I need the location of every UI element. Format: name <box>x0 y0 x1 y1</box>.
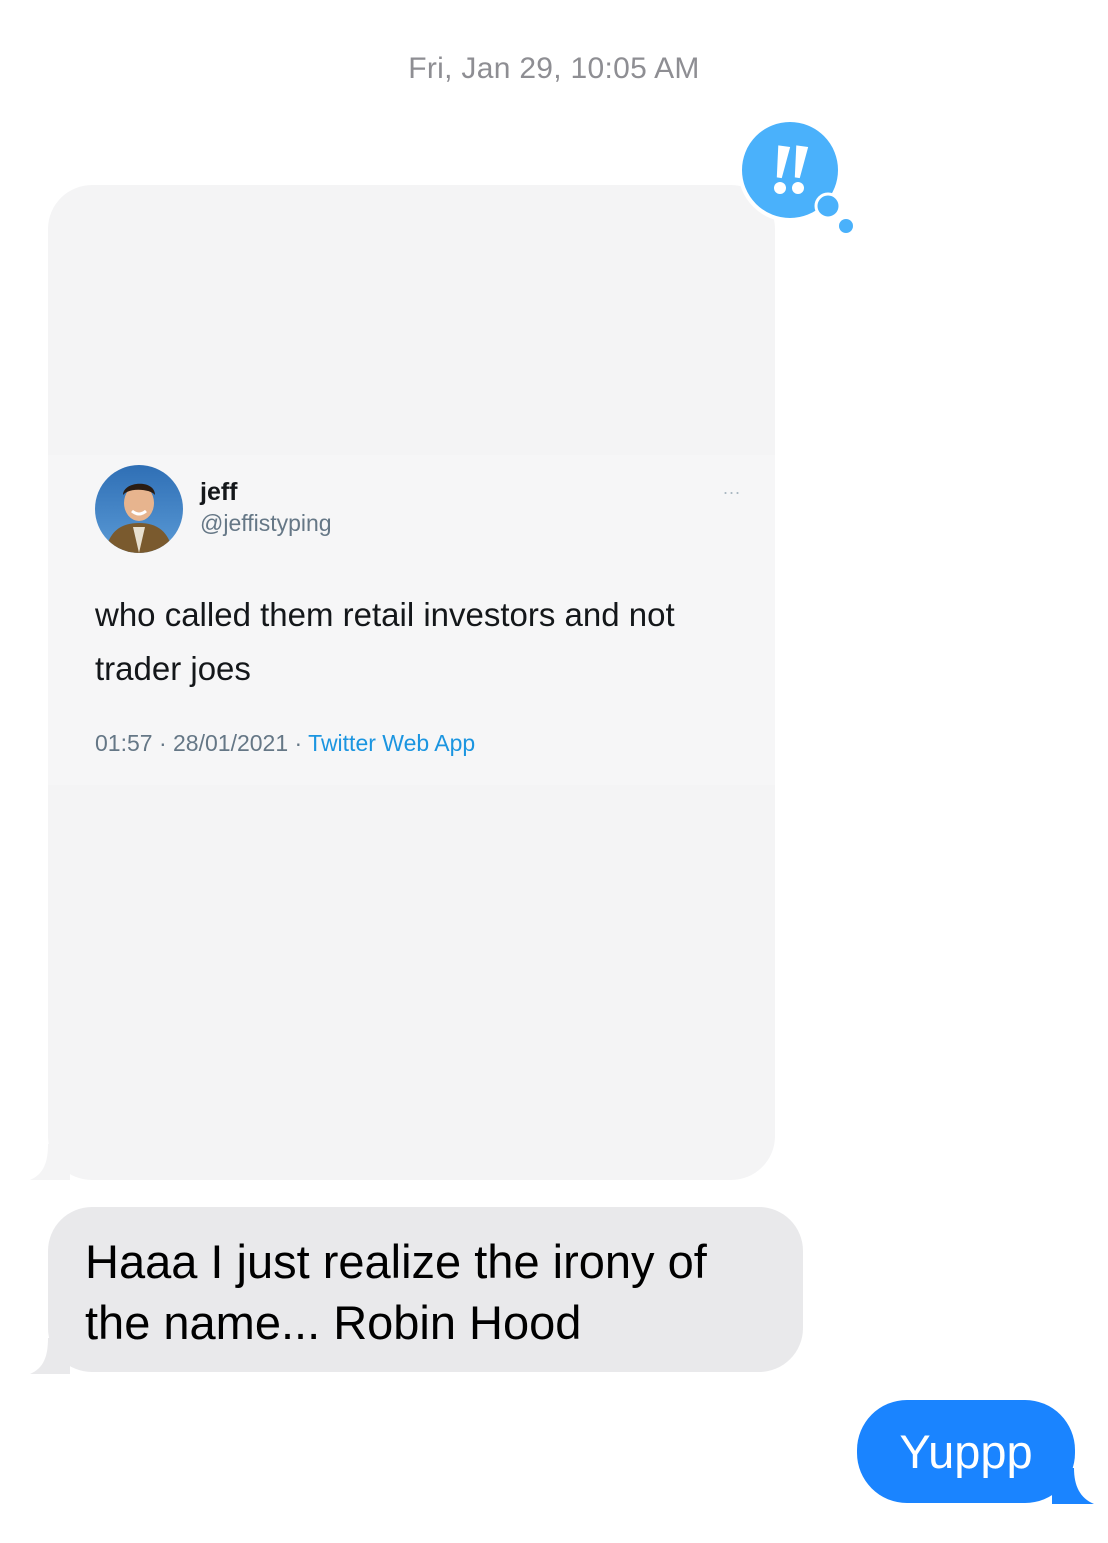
message-text: Haaa I just realize the irony of the nam… <box>85 1235 707 1349</box>
tweet-time: 01:57 <box>95 730 153 756</box>
tweet-more-icon: ... <box>723 478 742 498</box>
bubble-tail <box>1052 1468 1094 1504</box>
message-text: Yuppp <box>899 1425 1033 1478</box>
sent-message-bubble[interactable]: Yuppp <box>857 1400 1075 1503</box>
conversation-timestamp: Fri, Jan 29, 10:05 AM <box>408 52 700 85</box>
tweet-date: 28/01/2021 <box>173 730 289 756</box>
tweet-source: Twitter Web App <box>308 730 476 756</box>
tweet-author-handle: @jeffistyping <box>200 510 332 536</box>
tapback-reaction[interactable] <box>738 118 862 236</box>
tweet-author-name: jeff <box>200 478 238 506</box>
bubble-tail <box>30 1338 70 1374</box>
double-exclamation-icon <box>738 118 853 233</box>
tweet-text: who called them retail investors and not… <box>95 596 675 687</box>
tweet-avatar <box>95 465 183 553</box>
received-message-bubble[interactable]: Haaa I just realize the irony of the nam… <box>48 1207 803 1372</box>
tweet-separator: · <box>152 730 174 756</box>
tweet-separator: · <box>288 730 309 756</box>
tweet-meta: 01:57 · 28/01/2021 · Twitter Web App <box>95 730 475 757</box>
bubble-tail <box>30 1144 70 1180</box>
